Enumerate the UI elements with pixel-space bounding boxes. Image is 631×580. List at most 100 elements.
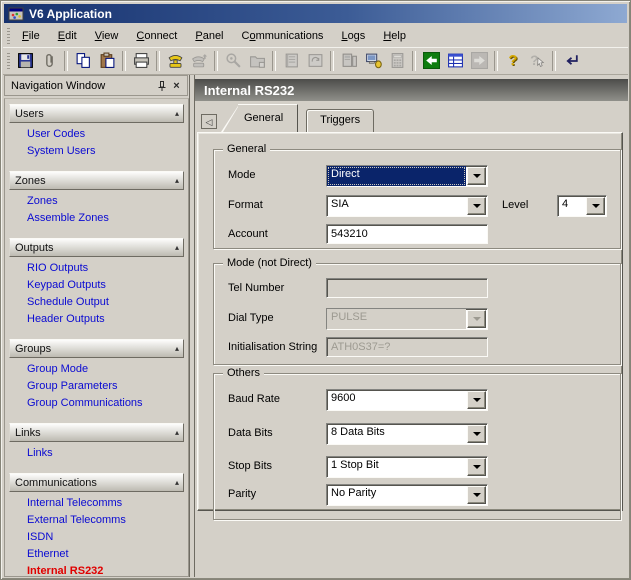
save-button[interactable]: [13, 49, 37, 73]
print-icon: [133, 52, 150, 69]
menu-communications[interactable]: Communications: [233, 27, 333, 45]
format-combobox[interactable]: SIA: [326, 195, 488, 217]
menu-edit[interactable]: Edit: [49, 27, 86, 45]
close-icon[interactable]: ×: [169, 79, 184, 93]
collapse-icon[interactable]: ▴: [175, 428, 179, 437]
nav-link-keypad-outputs[interactable]: Keypad Outputs: [27, 278, 106, 293]
menu-connect[interactable]: Connect: [127, 27, 186, 45]
section-header-zones[interactable]: Zones▴: [9, 171, 184, 190]
panel-overview-button[interactable]: [443, 49, 467, 73]
collapse-icon[interactable]: ▴: [175, 109, 179, 118]
parity-combobox[interactable]: No Parity: [326, 484, 488, 506]
help-button[interactable]: ?: [501, 49, 525, 73]
menu-file[interactable]: File: [13, 27, 49, 45]
stop-bits-combobox[interactable]: 1 Stop Bit: [326, 456, 488, 478]
collapse-icon[interactable]: ▴: [175, 478, 179, 487]
connect-phone-icon: [167, 52, 184, 69]
chevron-down-icon[interactable]: [467, 197, 486, 215]
print-button[interactable]: [129, 49, 153, 73]
menu-panel[interactable]: Panel: [186, 27, 232, 45]
field-label-tel-number: Tel Number: [228, 282, 284, 294]
chevron-down-icon[interactable]: [467, 391, 486, 409]
section-header-users[interactable]: Users▴: [9, 104, 184, 123]
field-label-dial-type: Dial Type: [228, 312, 274, 324]
nav-link-header-outputs[interactable]: Header Outputs: [27, 312, 105, 327]
field-label-format: Format: [228, 199, 263, 211]
nav-link-external-telecomms[interactable]: External Telecomms: [27, 513, 126, 528]
connect-phone-button[interactable]: [163, 49, 187, 73]
calculator-button[interactable]: [385, 49, 409, 73]
nav-link-internal-rs232[interactable]: Internal RS232: [27, 564, 103, 577]
menubar-grip[interactable]: [7, 28, 10, 44]
nav-link-assemble-zones[interactable]: Assemble Zones: [27, 211, 109, 226]
upload-phone-button[interactable]: [187, 49, 211, 73]
initialisation-string-input[interactable]: [326, 337, 488, 357]
dial-button[interactable]: [221, 49, 245, 73]
remote-computer-button[interactable]: [361, 49, 385, 73]
toolbar-separator: [272, 51, 276, 71]
tab-scroll-left-button[interactable]: ◁: [201, 114, 217, 129]
apply-button[interactable]: [559, 49, 583, 73]
nav-link-group-parameters[interactable]: Group Parameters: [27, 379, 117, 394]
sync-button[interactable]: [303, 49, 327, 73]
window-title: V6 Application: [29, 7, 112, 21]
menubar: FileEditViewConnectPanelCommunicationsLo…: [3, 24, 628, 47]
combobox-value: 4: [558, 196, 585, 216]
menu-logs[interactable]: Logs: [332, 27, 374, 45]
nav-link-zones[interactable]: Zones: [27, 194, 58, 209]
attach-button[interactable]: [37, 49, 61, 73]
section-header-groups[interactable]: Groups▴: [9, 339, 184, 358]
event-log-button[interactable]: [279, 49, 303, 73]
chevron-down-icon[interactable]: [467, 310, 486, 328]
nav-link-group-mode[interactable]: Group Mode: [27, 362, 88, 377]
level-combobox[interactable]: 4: [557, 195, 607, 217]
chevron-down-icon[interactable]: [467, 458, 486, 476]
mode-combobox[interactable]: Direct: [326, 165, 488, 187]
section-header-communications[interactable]: Communications▴: [9, 473, 184, 492]
copy-button[interactable]: [71, 49, 95, 73]
combobox-value: Direct: [327, 166, 466, 186]
nav-link-system-users[interactable]: System Users: [27, 144, 95, 159]
toolbar-separator: [412, 51, 416, 71]
baud-rate-combobox[interactable]: 9600: [326, 389, 488, 411]
nav-link-group-communications[interactable]: Group Communications: [27, 396, 143, 411]
nav-link-ethernet[interactable]: Ethernet: [27, 547, 69, 562]
toolbar-separator: [214, 51, 218, 71]
chevron-down-icon[interactable]: [467, 167, 486, 185]
tab-general[interactable]: General: [238, 104, 298, 132]
nav-link-schedule-output[interactable]: Schedule Output: [27, 295, 109, 310]
tab-triggers[interactable]: Triggers: [306, 109, 374, 132]
menu-view[interactable]: View: [86, 27, 128, 45]
help-icon: ?: [505, 52, 522, 69]
section-header-outputs[interactable]: Outputs▴: [9, 238, 184, 257]
nav-link-user-codes[interactable]: User Codes: [27, 127, 85, 142]
collapse-icon[interactable]: ▴: [175, 176, 179, 185]
tel-number-input[interactable]: [326, 278, 488, 298]
nav-link-internal-telecomms[interactable]: Internal Telecomms: [27, 496, 122, 511]
context-help-button[interactable]: ?: [525, 49, 549, 73]
chevron-down-icon[interactable]: [467, 486, 486, 504]
save-icon: [17, 52, 34, 69]
pin-icon[interactable]: [154, 79, 169, 93]
collapse-icon[interactable]: ▴: [175, 344, 179, 353]
navigation-window-header[interactable]: Navigation Window ×: [4, 75, 188, 96]
collapse-icon[interactable]: ▴: [175, 243, 179, 252]
account-input[interactable]: [326, 224, 488, 244]
menu-help[interactable]: Help: [374, 27, 415, 45]
data-bits-combobox[interactable]: 8 Data Bits: [326, 423, 488, 445]
nav-link-isdn[interactable]: ISDN: [27, 530, 53, 545]
paste-button[interactable]: [95, 49, 119, 73]
nav-back-button[interactable]: [419, 49, 443, 73]
panel-computer-button[interactable]: [337, 49, 361, 73]
chevron-down-icon[interactable]: [467, 425, 486, 443]
section-header-links[interactable]: Links▴: [9, 423, 184, 442]
nav-link-rio-outputs[interactable]: RIO Outputs: [27, 261, 88, 276]
dial-type-combobox[interactable]: PULSE: [326, 308, 488, 330]
transfer-folder-button[interactable]: [245, 49, 269, 73]
chevron-down-icon[interactable]: [586, 197, 605, 215]
nav-forward-button[interactable]: [467, 49, 491, 73]
nav-link-links[interactable]: Links: [27, 446, 53, 461]
toolbar-grip[interactable]: [7, 53, 10, 69]
titlebar[interactable]: V6 Application: [4, 4, 627, 23]
group-general: GeneralModeDirectFormatSIALevel4Account: [213, 149, 621, 249]
